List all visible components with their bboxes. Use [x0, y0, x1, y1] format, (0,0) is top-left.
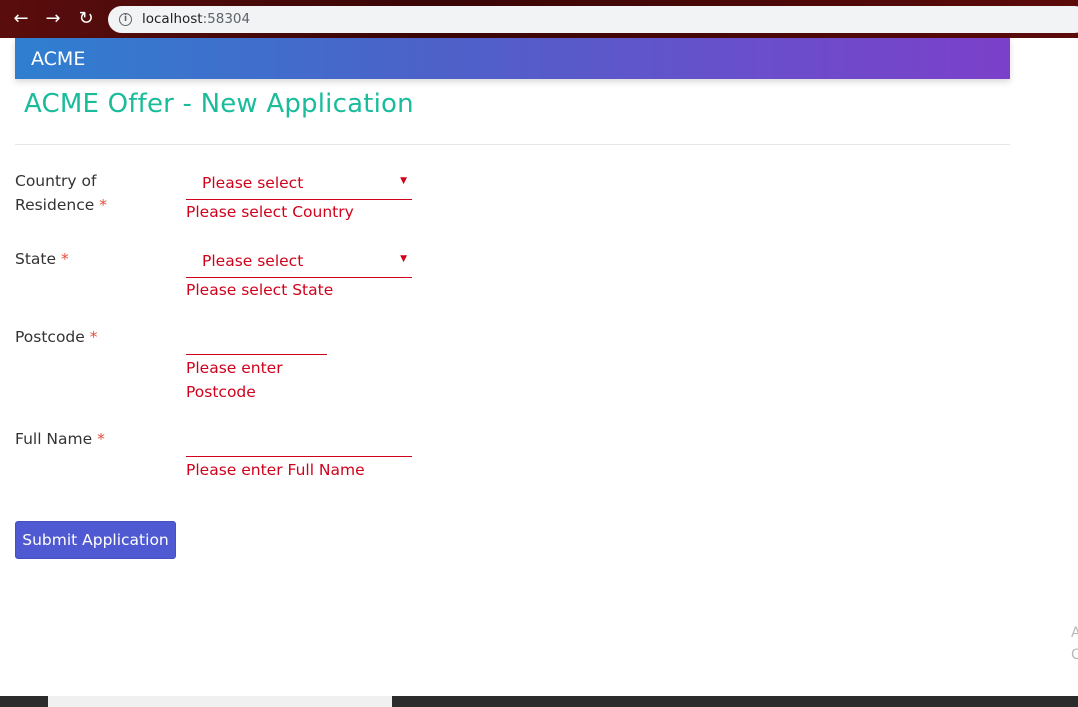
submit-application-button[interactable]: Submit Application	[15, 521, 176, 559]
country-label-line1: Country of	[15, 172, 97, 190]
required-marker: *	[97, 430, 105, 448]
offscreen-text-fragment: AC	[1071, 625, 1078, 663]
reload-icon: ↻	[78, 8, 94, 29]
state-select-value: Please select	[202, 252, 304, 270]
info-icon[interactable]: i	[119, 13, 132, 26]
arrow-left-icon: ←	[13, 8, 29, 29]
forward-button[interactable]: →	[43, 9, 63, 29]
postcode-error-line2: Postcode	[186, 383, 256, 401]
divider	[15, 144, 1010, 145]
postcode-error-line1: Please enter	[186, 359, 283, 377]
url-text[interactable]: localhost:58304	[142, 11, 250, 27]
postcode-input[interactable]	[186, 324, 327, 355]
arrow-right-icon: →	[45, 8, 61, 29]
app-header: ACME	[15, 38, 1010, 79]
full-name-error: Please enter Full Name	[186, 461, 365, 479]
caret-down-icon: ▼	[400, 254, 407, 264]
full-name-label: Full Name *	[15, 427, 165, 451]
state-label: State *	[15, 247, 165, 271]
postcode-label-text: Postcode	[15, 328, 85, 346]
postcode-label: Postcode *	[15, 325, 165, 349]
required-marker: *	[60, 250, 69, 268]
state-label-text: State	[15, 250, 57, 268]
country-select-value: Please select	[202, 174, 304, 192]
full-name-label-text: Full Name	[15, 430, 93, 448]
page-title: ACME Offer - New Application	[24, 89, 414, 119]
browser-toolbar: ← → ↻ i localhost:58304	[0, 0, 1078, 38]
state-error: Please select State	[186, 281, 334, 299]
os-taskbar	[0, 696, 1078, 707]
full-name-input[interactable]	[186, 426, 412, 457]
country-label: Country of Residence *	[15, 169, 165, 217]
required-marker: *	[99, 196, 107, 214]
country-error: Please select Country	[186, 203, 354, 221]
country-select[interactable]: Please select ▼	[186, 169, 412, 200]
postcode-error: Please enter Postcode	[186, 356, 283, 404]
country-label-line2: Residence	[15, 196, 95, 214]
url-port: :58304	[202, 11, 251, 27]
caret-down-icon: ▼	[400, 176, 407, 186]
url-host: localhost	[142, 11, 203, 27]
taskbar-search-box[interactable]	[48, 696, 392, 707]
brand-logo-text[interactable]: ACME	[31, 48, 85, 70]
address-bar[interactable]: i localhost:58304	[108, 6, 1078, 33]
reload-button[interactable]: ↻	[76, 9, 96, 29]
required-marker: *	[89, 328, 98, 346]
back-button[interactable]: ←	[11, 9, 31, 29]
state-select[interactable]: Please select ▼	[186, 247, 412, 278]
